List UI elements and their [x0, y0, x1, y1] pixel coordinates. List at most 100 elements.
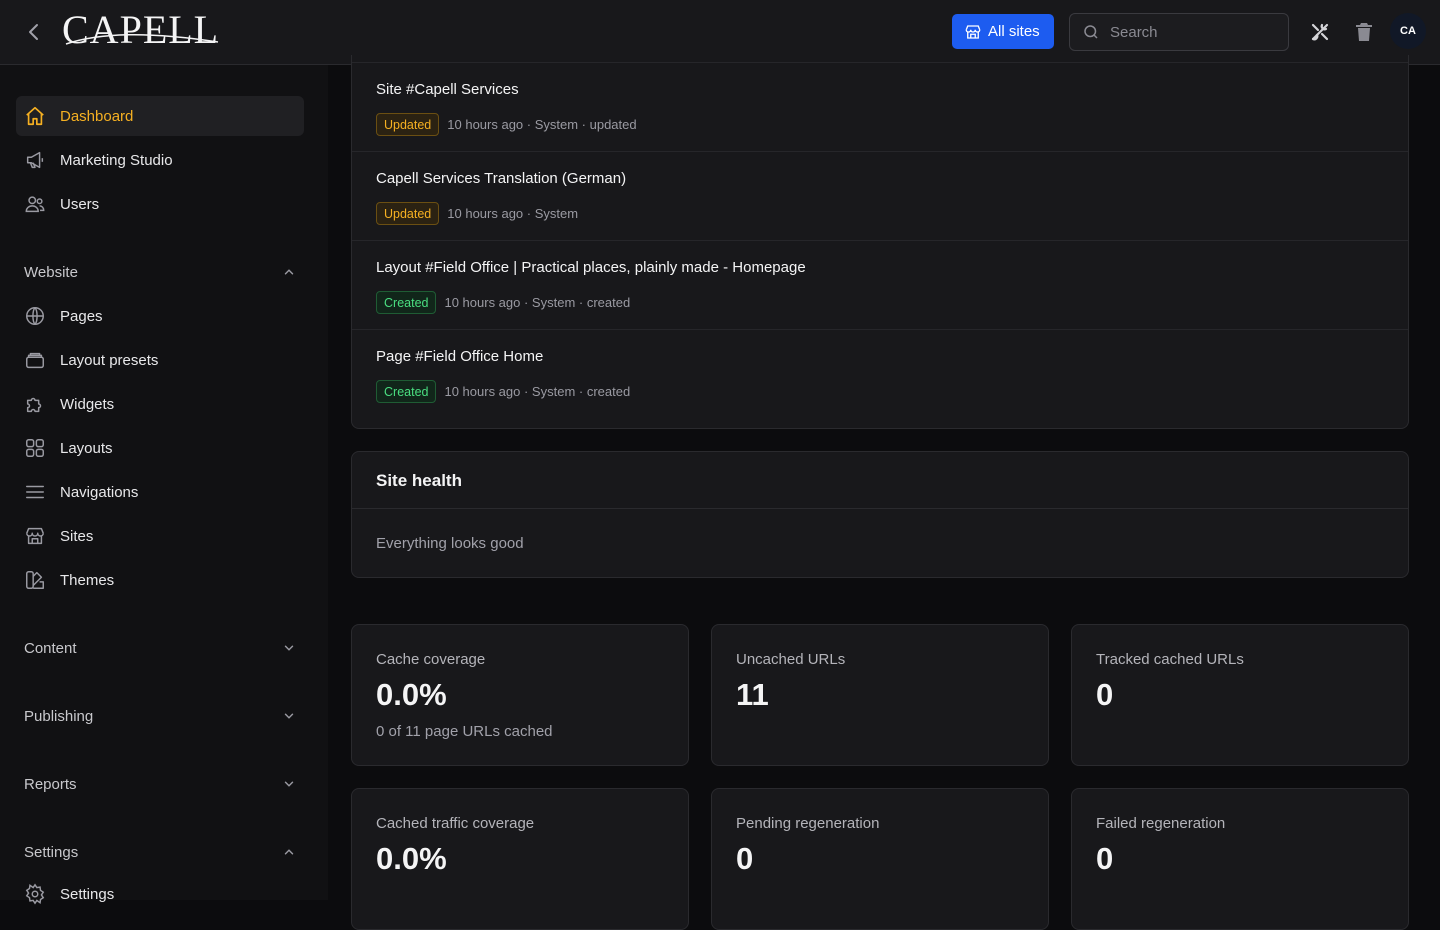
search-icon	[1084, 25, 1098, 39]
section-label: Website	[24, 263, 78, 281]
site-health-message: Everything looks good	[376, 535, 524, 552]
section-label: Reports	[24, 775, 77, 793]
stat-card-cached-traffic-coverage: Cached traffic coverage 0.0%	[351, 788, 689, 930]
stat-label: Pending regeneration	[736, 815, 880, 832]
sidebar-item-label: Users	[60, 195, 100, 213]
gear-icon	[24, 883, 46, 905]
sidebar-item-dashboard[interactable]: Dashboard	[16, 96, 304, 136]
status-badge: Updated	[376, 113, 440, 136]
activity-row[interactable]: Page #Field Office Home Created 10 hours…	[352, 329, 1408, 418]
chevron-down-icon	[284, 781, 294, 787]
stat-description: 0 of 11 page URLs cached	[376, 723, 553, 740]
trash-icon[interactable]	[1352, 20, 1376, 44]
site-health-title: Site health	[376, 471, 462, 490]
section-website[interactable]: Website	[24, 260, 296, 284]
back-arrow-icon[interactable]	[22, 20, 46, 44]
sidebar-item-users[interactable]: Users	[16, 184, 304, 224]
activity-title: Page #Field Office Home	[376, 348, 544, 365]
stat-label: Cached traffic coverage	[376, 815, 535, 832]
logo-swash-icon	[65, 33, 219, 45]
section-reports[interactable]: Reports	[24, 772, 296, 796]
section-content[interactable]: Content	[24, 636, 296, 660]
activity-title: Site #Capell Services	[376, 81, 519, 98]
users-icon	[24, 193, 46, 215]
activity-row[interactable]: Capell Services Translation (German) Upd…	[352, 151, 1408, 240]
sidebar-item-layout-presets[interactable]: Layout presets	[16, 340, 304, 380]
grid-icon	[24, 437, 46, 459]
stat-label: Failed regeneration	[1096, 815, 1226, 832]
section-publishing[interactable]: Publishing	[24, 704, 296, 728]
stat-value: 11	[736, 677, 769, 712]
stat-card-tracked-cached-urls: Tracked cached URLs 0	[1071, 624, 1409, 766]
sidebar-item-sites[interactable]: Sites	[16, 516, 304, 556]
section-label: Settings	[24, 843, 79, 861]
sidebar-item-layouts[interactable]: Layouts	[16, 428, 304, 468]
stat-card-uncached-urls: Uncached URLs 11	[711, 624, 1049, 766]
tools-icon[interactable]	[1308, 20, 1332, 44]
swatch-icon	[24, 569, 46, 591]
stat-value: 0	[1096, 677, 1114, 712]
sidebar-item-settings[interactable]: Settings	[16, 874, 304, 914]
home-icon	[24, 105, 46, 127]
section-label: Content	[24, 639, 77, 657]
sidebar-item-navigations[interactable]: Navigations	[16, 472, 304, 512]
activity-meta: 10 hours ago · System · updated	[447, 117, 637, 132]
activity-title: Layout #Field Office | Practical places,…	[376, 259, 806, 276]
all-sites-button[interactable]: All sites	[952, 14, 1054, 49]
stack-icon	[24, 349, 46, 371]
section-label: Publishing	[24, 707, 94, 725]
sidebar-item-label: Widgets	[60, 395, 115, 413]
stat-card-pending-regeneration: Pending regeneration 0	[711, 788, 1049, 930]
sidebar-item-label: Layouts	[60, 439, 113, 457]
activity-row[interactable]: Site #Capell Services Updated 10 hours a…	[352, 62, 1408, 151]
sidebar-item-label: Navigations	[60, 483, 139, 501]
activity-meta: 10 hours ago · System	[447, 206, 579, 221]
main-content: Site #Capell Services Updated 10 hours a…	[328, 55, 1440, 930]
search-input[interactable]	[1110, 23, 1270, 41]
sidebar-item-pages[interactable]: Pages	[16, 296, 304, 336]
section-settings[interactable]: Settings	[24, 840, 296, 864]
sidebar-item-widgets[interactable]: Widgets	[16, 384, 304, 424]
menu-icon	[24, 481, 46, 503]
status-badge: Updated	[376, 202, 440, 225]
status-badge: Created	[376, 380, 437, 403]
sidebar-item-label: Layout presets	[60, 351, 159, 369]
storefront-icon	[24, 525, 46, 547]
stat-label: Cache coverage	[376, 651, 486, 668]
activity-meta: 10 hours ago · System · created	[444, 384, 631, 399]
sidebar-item-marketing-studio[interactable]: Marketing Studio	[16, 140, 304, 180]
sidebar-item-label: Dashboard	[60, 107, 134, 125]
sidebar-item-themes[interactable]: Themes	[16, 560, 304, 600]
sidebar-item-label: Themes	[60, 571, 115, 589]
sidebar-item-label: Marketing Studio	[60, 151, 173, 169]
storefront-icon	[965, 24, 981, 39]
activity-row[interactable]: Layout #Field Office | Practical places,…	[352, 240, 1408, 329]
user-avatar[interactable]: CA	[1390, 13, 1426, 49]
sidebar: Dashboard Marketing Studio Users Website…	[0, 65, 328, 905]
sidebar-item-label: Pages	[60, 307, 103, 325]
puzzle-icon	[24, 393, 46, 415]
stat-value: 0	[1096, 841, 1114, 876]
activity-title: Capell Services Translation (German)	[376, 170, 627, 187]
site-health-card: Site health Everything looks good	[351, 451, 1409, 578]
chevron-down-icon	[284, 645, 294, 651]
stat-label: Tracked cached URLs	[1096, 651, 1244, 668]
chevron-up-icon	[284, 269, 294, 275]
globe-icon	[24, 305, 46, 327]
status-badge: Created	[376, 291, 437, 314]
stat-card-cache-coverage: Cache coverage 0.0% 0 of 11 page URLs ca…	[351, 624, 689, 766]
activity-meta: 10 hours ago · System · created	[444, 295, 631, 310]
search-box[interactable]	[1069, 13, 1289, 51]
divider	[352, 508, 1408, 509]
stat-value: 0	[736, 841, 754, 876]
stat-value: 0.0%	[376, 677, 447, 712]
all-sites-label: All sites	[988, 23, 1040, 40]
chevron-down-icon	[284, 713, 294, 719]
stat-label: Uncached URLs	[736, 651, 846, 668]
megaphone-icon	[24, 149, 46, 171]
stat-card-failed-regeneration: Failed regeneration 0	[1071, 788, 1409, 930]
sidebar-item-label: Sites	[60, 527, 94, 545]
stat-value: 0.0%	[376, 841, 447, 876]
chevron-up-icon	[284, 849, 294, 855]
recent-activity-card: Site #Capell Services Updated 10 hours a…	[351, 55, 1409, 429]
